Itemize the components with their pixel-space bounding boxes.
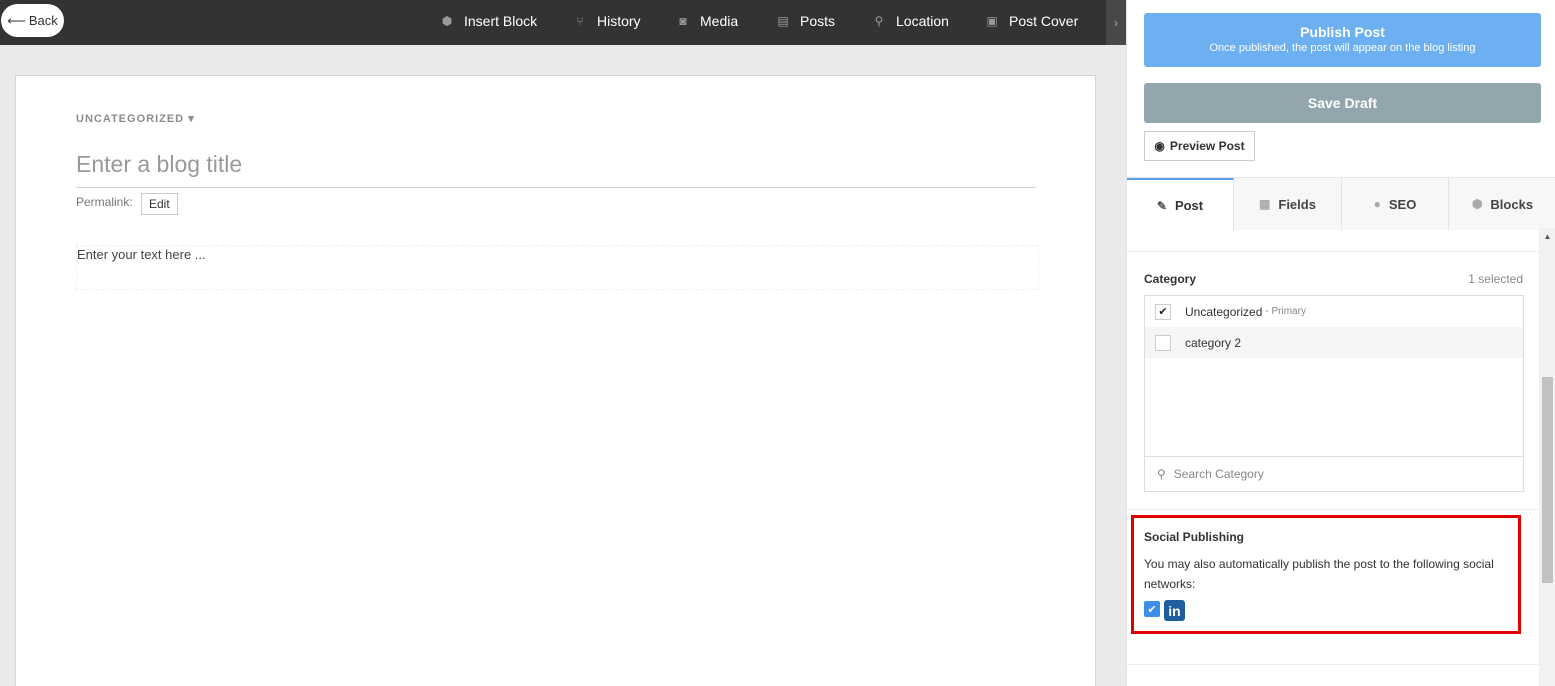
- map-pin-icon: ⚲: [874, 13, 884, 28]
- list-item[interactable]: ✔ Uncategorized - Primary: [1145, 296, 1523, 327]
- checkbox-unchecked[interactable]: [1155, 334, 1171, 351]
- permalink-label: Permalink:: [76, 195, 133, 209]
- tab-post-label: Post: [1174, 198, 1204, 213]
- tab-fields[interactable]: ▦ Fields: [1234, 178, 1342, 230]
- category-search-input[interactable]: ⚲ Search Category: [1145, 456, 1523, 491]
- divider: [1127, 664, 1539, 665]
- category-search-placeholder: Search Category: [1173, 467, 1264, 481]
- scroll-up-arrow-icon[interactable]: ▲: [1539, 228, 1555, 244]
- cube-icon: ⬢: [441, 13, 453, 28]
- divider: [1127, 509, 1539, 510]
- settings-panel: Publish Post Once published, the post wi…: [1126, 0, 1555, 686]
- search-icon: ⚲: [1157, 467, 1166, 481]
- chevron-right-icon: ›: [1114, 15, 1118, 30]
- post-cover-button[interactable]: ▣ Post Cover: [985, 0, 1078, 41]
- panel-scrollbar[interactable]: ▲: [1539, 228, 1555, 686]
- history-button[interactable]: ⑂ History: [573, 0, 641, 41]
- primary-tag: - Primary: [1265, 306, 1306, 317]
- posts-button[interactable]: ▤ Posts: [776, 0, 835, 41]
- pencil-icon: ✎: [1156, 198, 1167, 213]
- social-publishing-description: You may also automatically publish the p…: [1144, 557, 1494, 591]
- linkedin-icon: in: [1164, 600, 1185, 621]
- check-icon: ✔: [1147, 603, 1157, 616]
- post-body-editor[interactable]: Enter your text here ...: [76, 245, 1039, 290]
- eye-icon: ◉: [1154, 139, 1165, 153]
- tab-seo-label: SEO: [1388, 196, 1417, 212]
- camera-icon: ◙: [679, 13, 687, 28]
- media-label: Media: [700, 12, 739, 29]
- location-button[interactable]: ⚲ Location: [872, 0, 949, 41]
- arrow-left-icon: ⟵: [7, 12, 26, 28]
- checkbox-checked[interactable]: ✔: [1155, 303, 1171, 320]
- editor-canvas: UNCATEGORIZED ▾ Permalink: Edit Enter yo…: [15, 75, 1096, 686]
- category-count: 1 selected: [1468, 272, 1523, 286]
- preview-label: Preview Post: [1169, 139, 1245, 153]
- category-item-label: category 2: [1185, 335, 1242, 350]
- save-draft-button[interactable]: Save Draft: [1144, 83, 1541, 123]
- category-dropdown[interactable]: UNCATEGORIZED ▾: [76, 112, 195, 125]
- publish-post-button[interactable]: Publish Post Once published, the post wi…: [1144, 13, 1541, 67]
- branch-icon: ⑂: [576, 13, 584, 28]
- globe-icon: ●: [1373, 197, 1381, 211]
- category-label: Category: [1144, 272, 1197, 286]
- caret-down-icon: ▾: [188, 113, 195, 125]
- back-label: Back: [28, 13, 58, 28]
- grid-icon: ▦: [1259, 197, 1271, 211]
- tab-blocks[interactable]: ⬢ Blocks: [1449, 178, 1555, 230]
- linkedin-checkbox[interactable]: ✔: [1144, 601, 1160, 617]
- insert-block-label: Insert Block: [464, 12, 538, 29]
- publish-subtext: Once published, the post will appear on …: [1209, 42, 1476, 54]
- category-list: ✔ Uncategorized - Primary category 2 ⚲ S…: [1144, 295, 1524, 492]
- panel-tabs: ✎ Post ▦ Fields ● SEO ⬢ Blocks: [1127, 177, 1555, 231]
- tab-seo[interactable]: ● SEO: [1342, 178, 1449, 230]
- divider: [1127, 251, 1539, 252]
- social-publishing-section: Social Publishing You may also automatic…: [1131, 515, 1521, 634]
- permalink-edit-button[interactable]: Edit: [141, 193, 178, 215]
- tab-fields-label: Fields: [1278, 196, 1316, 212]
- category-dropdown-label: UNCATEGORIZED: [76, 113, 185, 125]
- social-publishing-title: Social Publishing: [1144, 530, 1245, 544]
- preview-post-button[interactable]: ◉ Preview Post: [1144, 131, 1255, 161]
- list-item[interactable]: category 2: [1145, 327, 1523, 358]
- post-cover-label: Post Cover: [1009, 12, 1079, 29]
- blog-title-input[interactable]: [76, 142, 1036, 188]
- document-icon: ▤: [777, 13, 789, 28]
- category-item-label: Uncategorized: [1185, 304, 1263, 319]
- toolbar-more-button[interactable]: ›: [1106, 0, 1126, 45]
- tab-blocks-label: Blocks: [1490, 196, 1534, 212]
- history-label: History: [597, 12, 641, 29]
- media-button[interactable]: ◙ Media: [676, 0, 738, 41]
- location-label: Location: [896, 12, 949, 29]
- insert-block-button[interactable]: ⬢ Insert Block: [440, 0, 537, 41]
- cube-icon: ⬢: [1471, 197, 1483, 211]
- scrollbar-thumb[interactable]: [1542, 377, 1553, 583]
- publish-label: Publish Post: [1300, 24, 1385, 40]
- posts-label: Posts: [800, 12, 836, 29]
- image-icon: ▣: [986, 13, 998, 28]
- top-toolbar: ⟵ Back ⬢ Insert Block ⑂ History ◙ Media …: [0, 0, 1126, 45]
- tab-post[interactable]: ✎ Post: [1127, 178, 1234, 231]
- back-button[interactable]: ⟵ Back: [1, 4, 64, 37]
